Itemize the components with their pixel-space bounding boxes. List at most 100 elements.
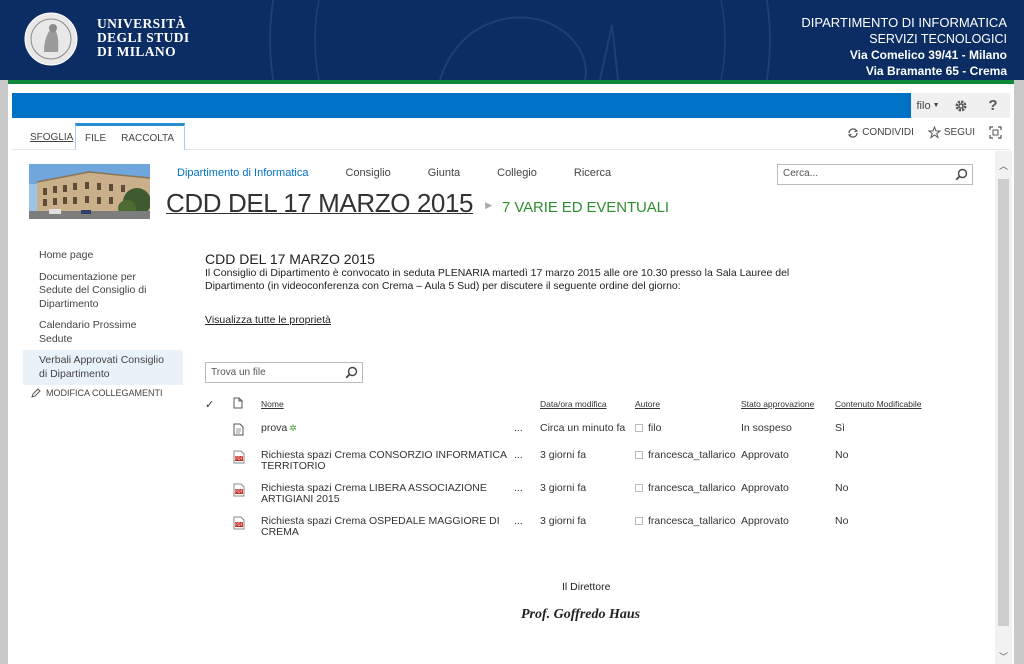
- site-search-input[interactable]: Cerca...: [777, 164, 973, 185]
- select-all-checkmark-icon[interactable]: ✓: [205, 394, 233, 419]
- author-cell: francesca_tallarico: [635, 479, 741, 512]
- quick-launch: Home page Documentazione per Sedute del …: [23, 245, 183, 385]
- page-title-row: CDD DEL 17 MARZO 2015 ▶ 7 VARIE ED EVENT…: [166, 188, 669, 219]
- site-logo-photo[interactable]: [29, 164, 150, 219]
- pdf-icon[interactable]: PDF: [233, 512, 261, 545]
- vertical-scrollbar[interactable]: ︿ ﹀: [995, 151, 1012, 664]
- more-options-button[interactable]: ...: [514, 419, 540, 446]
- university-seal-logo: [24, 12, 78, 66]
- more-options-button[interactable]: ...: [514, 512, 540, 545]
- address-milano: Via Comelico 39/41 - Milano: [849, 48, 1007, 62]
- page-title[interactable]: CDD DEL 17 MARZO 2015: [166, 188, 473, 219]
- user-menu[interactable]: filo ▼: [911, 93, 945, 118]
- chevron-down-icon: ▼: [932, 102, 940, 109]
- modified-cell: 3 giorni fa: [540, 515, 587, 527]
- column-header-modified[interactable]: Data/ora modifica: [540, 394, 635, 419]
- table-row[interactable]: PDF Richiesta spazi Crema CONSORZIO INFO…: [205, 446, 955, 479]
- scrollbar-thumb[interactable]: [998, 179, 1009, 626]
- file-name[interactable]: Richiesta spazi Crema OSPEDALE MAGGIORE …: [261, 512, 514, 545]
- row-select-cell[interactable]: [205, 479, 233, 512]
- university-name: UNIVERSITÀ DEGLI STUDI DI MILANO: [97, 17, 190, 59]
- file-name[interactable]: Richiesta spazi Crema CONSORZIO INFORMAT…: [261, 446, 514, 479]
- column-header-contenuto[interactable]: Contenuto Modificabile: [835, 394, 955, 419]
- row-select-cell[interactable]: [205, 512, 233, 545]
- pdf-icon[interactable]: PDF: [233, 479, 261, 512]
- tab-raccolta[interactable]: RACCOLTA: [112, 133, 180, 144]
- table-row[interactable]: prova ✲ ... Circa un minuto fa filo In so…: [205, 419, 955, 446]
- focus-content-button[interactable]: [989, 126, 1002, 139]
- column-header-stato[interactable]: Stato approvazione: [741, 394, 835, 419]
- column-header-autore[interactable]: Autore: [635, 394, 741, 419]
- nav-consiglio[interactable]: Consiglio: [345, 167, 390, 179]
- file-name[interactable]: Richiesta spazi Crema LIBERA ASSOCIAZION…: [261, 479, 514, 512]
- author-name[interactable]: francesca_tallarico: [648, 482, 736, 494]
- scroll-down-arrow-icon[interactable]: ﹀: [995, 648, 1012, 664]
- file-name[interactable]: prova: [261, 422, 287, 434]
- nav-ricerca[interactable]: Ricerca: [574, 167, 611, 179]
- author-cell: francesca_tallarico: [635, 446, 741, 479]
- search-icon[interactable]: [345, 366, 358, 379]
- column-header-nome[interactable]: Nome: [261, 394, 514, 419]
- university-name-line: DEGLI STUDI: [97, 30, 190, 45]
- more-options-button[interactable]: ...: [514, 479, 540, 512]
- site-search-placeholder: Cerca...: [783, 168, 819, 179]
- director-label: Il Direttore: [562, 581, 611, 593]
- library-tools-tabs: FILE RACCOLTA: [75, 123, 185, 150]
- file-name-cell[interactable]: prova ✲: [261, 419, 514, 446]
- sidebar-item-calendario[interactable]: Calendario Prossime Sedute: [23, 315, 183, 350]
- gear-icon[interactable]: [945, 93, 977, 118]
- top-navigation: Dipartimento di Informatica Consiglio Gi…: [177, 167, 648, 179]
- editable-cell: Sì: [835, 422, 845, 434]
- sidebar-item-home[interactable]: Home page: [23, 245, 183, 267]
- new-item-icon: ✲: [289, 423, 297, 433]
- editable-cell: No: [835, 449, 849, 461]
- sidebar-item-documentazione[interactable]: Documentazione per Sedute del Consiglio …: [23, 267, 183, 316]
- university-name-line: UNIVERSITÀ: [97, 16, 186, 31]
- nav-collegio[interactable]: Collegio: [497, 167, 537, 179]
- table-row[interactable]: PDF Richiesta spazi Crema LIBERA ASSOCIA…: [205, 479, 955, 512]
- edit-links-button[interactable]: MODIFICA COLLEGAMENTI: [31, 388, 163, 398]
- sidebar-item-verbali[interactable]: Verbali Approvati Consiglio di Dipartime…: [23, 350, 183, 385]
- author-name[interactable]: francesca_tallarico: [648, 515, 736, 527]
- edit-links-label: MODIFICA COLLEGAMENTI: [46, 388, 163, 398]
- help-icon[interactable]: ?: [977, 93, 1009, 118]
- find-file-input[interactable]: Trova un file: [205, 362, 363, 383]
- page-subtitle: 7 VARIE ED EVENTUALI: [502, 199, 669, 216]
- presence-checkbox[interactable]: [635, 517, 643, 525]
- presence-checkbox[interactable]: [635, 451, 643, 459]
- status-cell: Approvato: [741, 515, 789, 527]
- content-description: Il Consiglio di Dipartimento è convocato…: [205, 267, 790, 292]
- share-button[interactable]: CONDIVIDI: [847, 127, 914, 139]
- suite-bar-tools: filo ▼ ?: [911, 93, 1010, 118]
- share-label: CONDIVIDI: [862, 127, 914, 138]
- modified-cell: 3 giorni fa: [540, 482, 587, 494]
- tab-file[interactable]: FILE: [76, 133, 112, 144]
- scroll-up-arrow-icon[interactable]: ︿: [995, 157, 1012, 173]
- sync-icon: [848, 127, 859, 138]
- nav-giunta[interactable]: Giunta: [428, 167, 460, 179]
- presence-checkbox[interactable]: [635, 484, 643, 492]
- row-select-cell[interactable]: [205, 419, 233, 446]
- file-type-header-icon[interactable]: [233, 394, 261, 419]
- follow-label: SEGUI: [943, 127, 975, 138]
- table-row[interactable]: PDF Richiesta spazi Crema OSPEDALE MAGGI…: [205, 512, 955, 545]
- view-properties-link[interactable]: Visualizza tutte le proprietà: [205, 314, 331, 326]
- tab-sfoglia[interactable]: SFOGLIA: [24, 125, 79, 150]
- department-name: DIPARTIMENTO DI INFORMATICA: [801, 15, 1007, 30]
- row-select-cell[interactable]: [205, 446, 233, 479]
- author-cell: francesca_tallarico: [635, 512, 741, 545]
- svg-text:PDF: PDF: [235, 456, 243, 461]
- svg-text:PDF: PDF: [235, 522, 243, 527]
- director-name: Prof. Goffredo Haus: [521, 607, 641, 622]
- status-cell: Approvato: [741, 482, 789, 494]
- author-name[interactable]: filo: [648, 422, 661, 434]
- pdf-icon[interactable]: PDF: [233, 446, 261, 479]
- author-name[interactable]: francesca_tallarico: [648, 449, 736, 461]
- document-library-table: ✓ Nome Data/ora modifica Autore Stato ap…: [205, 394, 955, 545]
- presence-checkbox[interactable]: [635, 424, 643, 432]
- search-icon[interactable]: [955, 168, 968, 181]
- more-options-button[interactable]: ...: [514, 446, 540, 479]
- nav-dipartimento[interactable]: Dipartimento di Informatica: [177, 167, 308, 179]
- follow-button[interactable]: SEGUI: [927, 126, 975, 139]
- document-icon[interactable]: [233, 419, 261, 446]
